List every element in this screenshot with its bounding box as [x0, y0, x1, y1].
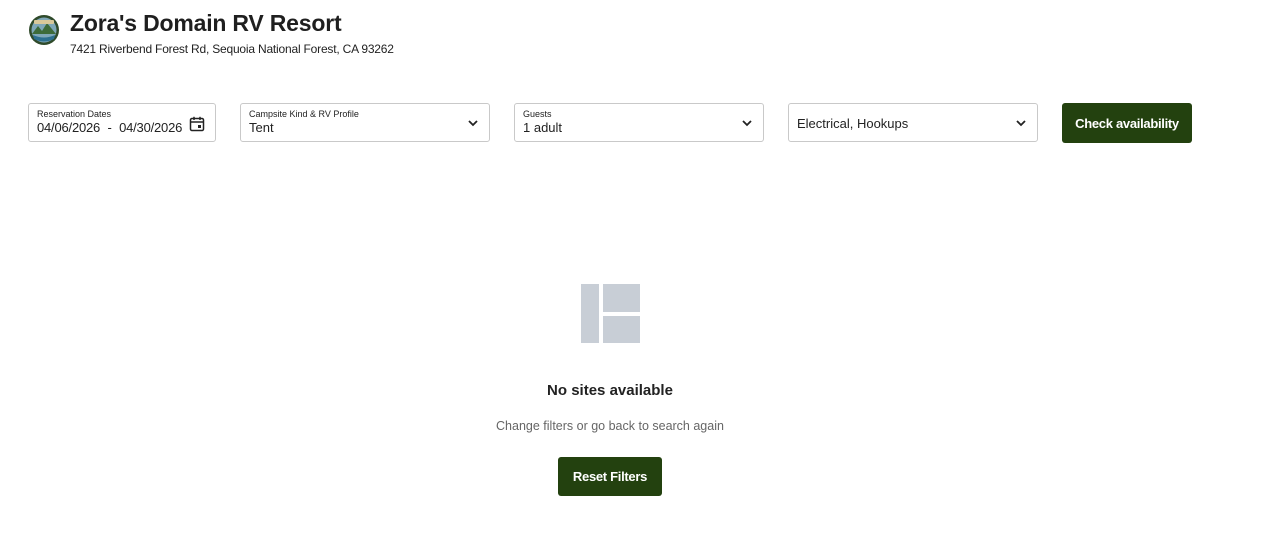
- reservation-dates-value: 04/06/2026 - 04/30/2026: [37, 120, 182, 135]
- start-date: 04/06/2026: [37, 120, 101, 135]
- campsite-kind-select[interactable]: Campsite Kind & RV Profile Tent: [240, 103, 490, 142]
- chevron-down-icon: [468, 120, 478, 127]
- guests-label: Guests: [523, 109, 552, 119]
- resort-title: Zora's Domain RV Resort: [70, 10, 342, 36]
- layout-placeholder-icon: [581, 284, 640, 343]
- guests-value: 1 adult: [523, 120, 563, 135]
- guests-select[interactable]: Guests 1 adult: [514, 103, 764, 142]
- campsite-kind-value: Tent: [249, 120, 274, 135]
- amenities-value: Electrical, Hookups: [797, 116, 909, 131]
- chevron-down-icon: [1016, 120, 1026, 127]
- no-sites-title: No sites available: [547, 382, 673, 399]
- no-sites-subtitle: Change filters or go back to search agai…: [496, 419, 724, 433]
- resort-logo-icon: [29, 15, 59, 45]
- resort-header: Zora's Domain RV Resort 7421 Riverbend F…: [28, 10, 394, 56]
- check-availability-button[interactable]: Check availability: [1062, 103, 1192, 143]
- resort-address: 7421 Riverbend Forest Rd, Sequoia Nation…: [70, 42, 394, 56]
- end-date: 04/30/2026: [119, 120, 183, 135]
- campsite-kind-label: Campsite Kind & RV Profile: [249, 109, 359, 119]
- reservation-dates-label: Reservation Dates: [37, 109, 112, 119]
- chevron-down-icon: [742, 120, 752, 127]
- date-separator: -: [107, 120, 112, 135]
- amenities-select[interactable]: Electrical, Hookups: [788, 103, 1038, 142]
- reservation-dates-field[interactable]: Reservation Dates 04/06/2026 - 04/30/202…: [28, 103, 216, 142]
- calendar-icon[interactable]: [189, 116, 205, 132]
- reset-filters-button[interactable]: Reset Filters: [558, 457, 662, 496]
